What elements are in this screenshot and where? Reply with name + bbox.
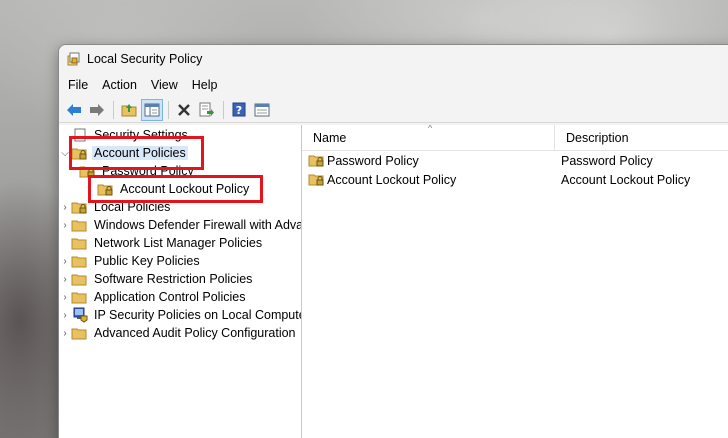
locked-folder-icon	[71, 148, 87, 159]
tree-item-account-lockout-policy[interactable]: Account Lockout Policy	[97, 180, 251, 198]
panes: Security Settings ⌵ Account Policies Pas…	[59, 125, 728, 438]
up-folder-icon	[121, 104, 137, 117]
chevron-right-icon[interactable]: ›	[59, 252, 71, 270]
svg-text:?: ?	[236, 104, 242, 117]
toolbar-separator	[168, 100, 169, 119]
menu-view[interactable]: View	[144, 78, 185, 92]
menu-bar: File Action View Help	[59, 73, 728, 97]
help-button[interactable]: ?	[228, 99, 250, 121]
folder-icon	[71, 274, 87, 285]
tree-item-security-settings[interactable]: Security Settings	[59, 126, 190, 144]
locked-folder-icon	[308, 155, 324, 167]
chevron-right-icon[interactable]: ›	[59, 306, 71, 324]
show-hide-console-tree-button[interactable]	[141, 98, 163, 121]
back-button[interactable]	[63, 99, 85, 121]
tree-item-password-policy[interactable]: Password Policy	[79, 162, 196, 180]
tree-item-windows-defender-firewall[interactable]: › Windows Defender Firewall with Adva	[59, 216, 301, 234]
export-list-icon	[199, 102, 214, 117]
tree-item-advanced-audit-policy-configuration[interactable]: › Advanced Audit Policy Configuration	[59, 324, 298, 342]
security-settings-icon	[74, 128, 86, 142]
list-header: ^ Name Description	[302, 125, 728, 151]
column-header-name[interactable]: Name	[302, 125, 554, 151]
security-policy-app-icon	[67, 52, 80, 66]
locked-folder-icon	[71, 202, 87, 213]
console-tree: Security Settings ⌵ Account Policies Pas…	[59, 125, 302, 438]
folder-icon	[71, 328, 87, 339]
tree-item-software-restriction-policies[interactable]: › Software Restriction Policies	[59, 270, 254, 288]
column-header-description[interactable]: Description	[555, 125, 728, 151]
properties-button[interactable]	[251, 99, 273, 121]
chevron-down-icon[interactable]: ⌵	[59, 144, 71, 162]
ip-security-icon	[73, 307, 88, 323]
locked-folder-icon	[79, 166, 95, 177]
help-icon: ?	[232, 102, 246, 117]
tree-item-account-policies[interactable]: ⌵ Account Policies	[59, 144, 188, 162]
tree-item-application-control-policies[interactable]: › Application Control Policies	[59, 288, 247, 306]
locked-folder-icon	[97, 184, 113, 195]
forward-button[interactable]	[86, 99, 108, 121]
menu-help[interactable]: Help	[185, 78, 225, 92]
tree-item-ip-security-policies[interactable]: › IP Security Policies on Local Compute	[59, 306, 301, 324]
toolbar: ?	[59, 97, 728, 123]
toolbar-separator	[223, 100, 224, 119]
list-item-description: Account Lockout Policy	[561, 172, 691, 187]
menu-file[interactable]: File	[61, 78, 95, 92]
list-item-name: Account Lockout Policy	[327, 172, 457, 187]
chevron-right-icon[interactable]: ›	[59, 270, 71, 288]
list-item[interactable]: Password Policy Password Policy	[302, 151, 728, 170]
properties-icon	[254, 103, 270, 116]
chevron-right-icon[interactable]: ›	[59, 288, 71, 306]
back-icon	[67, 103, 81, 116]
title-bar[interactable]: Local Security Policy	[59, 45, 728, 73]
folder-icon	[71, 292, 87, 303]
list-item-description: Password Policy	[561, 153, 653, 168]
tree-item-local-policies[interactable]: › Local Policies	[59, 198, 172, 216]
show-hide-tree-icon	[144, 103, 160, 116]
list-item[interactable]: Account Lockout Policy Account Lockout P…	[302, 170, 728, 189]
tree-item-public-key-policies[interactable]: › Public Key Policies	[59, 252, 202, 270]
locked-folder-icon	[308, 174, 324, 186]
folder-icon	[71, 238, 87, 249]
chevron-right-icon[interactable]: ›	[59, 198, 71, 216]
local-security-policy-window: Local Security Policy File Action View H…	[58, 44, 728, 438]
export-list-button[interactable]	[196, 99, 218, 121]
tree-item-network-list-manager-policies[interactable]: Network List Manager Policies	[59, 234, 264, 252]
up-one-level-button[interactable]	[118, 99, 140, 121]
menu-action[interactable]: Action	[95, 78, 144, 92]
list-item-name: Password Policy	[327, 153, 419, 168]
delete-icon	[178, 103, 190, 116]
folder-icon	[71, 256, 87, 267]
folder-icon	[71, 220, 87, 231]
window-title: Local Security Policy	[87, 52, 203, 66]
chevron-right-icon[interactable]: ›	[59, 324, 71, 342]
forward-icon	[90, 103, 104, 116]
result-list: ^ Name Description Password Policy Passw…	[302, 125, 728, 438]
toolbar-separator	[113, 100, 114, 119]
chevron-right-icon[interactable]: ›	[59, 216, 71, 234]
delete-button[interactable]	[173, 99, 195, 121]
